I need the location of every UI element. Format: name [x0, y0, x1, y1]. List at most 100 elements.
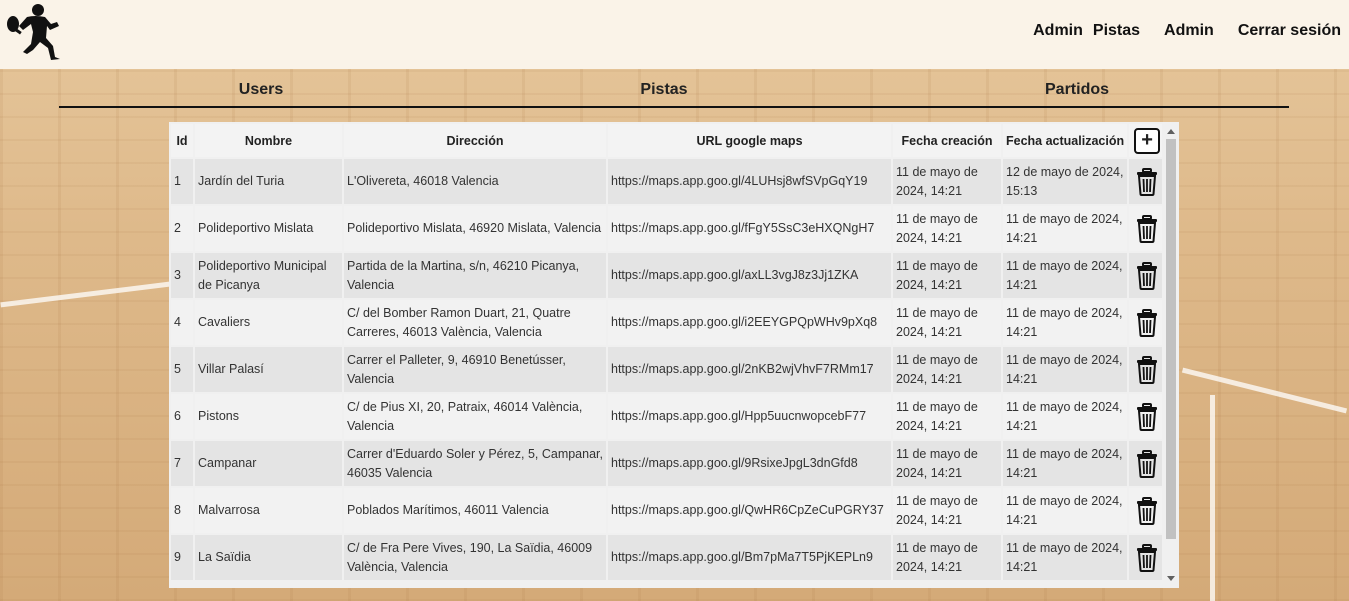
cell-direccion: Poblados Marítimos, 46011 Valencia	[344, 488, 606, 533]
tab-users[interactable]: Users	[239, 81, 283, 99]
cell-url: https://maps.app.goo.gl/axLL3vgJ8z3Jj1ZK…	[608, 253, 891, 298]
trash-icon[interactable]	[1136, 261, 1158, 290]
cell-fecha-actualizacion: 12 de mayo de 2024, 15:13	[1003, 159, 1128, 204]
cell-id: 3	[171, 253, 193, 298]
cell-direccion: C/ de Fra Pere Vives, 190, La Saïdia, 46…	[344, 535, 606, 580]
trash-icon[interactable]	[1136, 402, 1158, 431]
cell-fecha-actualizacion: 11 de mayo de 2024, 14:21	[1003, 535, 1128, 580]
padel-player-logo-icon[interactable]	[5, 2, 65, 62]
cell-nombre: Campanar	[195, 441, 342, 486]
trash-icon[interactable]	[1136, 214, 1158, 243]
delete-pista-button[interactable]	[1132, 308, 1162, 337]
cell-url: https://maps.app.goo.gl/i2EEYGPQpWHv9pXq…	[608, 300, 891, 345]
cell-id: 1	[171, 159, 193, 204]
cell-direccion: Partida de la Martina, s/n, 46210 Picany…	[344, 253, 606, 298]
cell-delete	[1129, 206, 1166, 251]
cell-id: 2	[171, 206, 193, 251]
header-direccion: Dirección	[344, 124, 606, 157]
header-fecha-actualizacion: Fecha actualización	[1003, 124, 1128, 157]
cell-fecha-creacion: 11 de mayo de 2024, 14:21	[893, 253, 1001, 298]
table-body: 1 Jardín del Turia L'Olivereta, 46018 Vale…	[171, 159, 1166, 580]
trash-icon[interactable]	[1136, 355, 1158, 384]
cell-fecha-actualizacion: 11 de mayo de 2024, 14:21	[1003, 206, 1128, 251]
cell-delete	[1129, 535, 1166, 580]
cell-fecha-actualizacion: 11 de mayo de 2024, 14:21	[1003, 300, 1128, 345]
table-row: 2 Polideportivo Mislata Polideportivo Misl…	[171, 206, 1166, 251]
delete-pista-button[interactable]	[1132, 402, 1162, 431]
trash-icon[interactable]	[1136, 496, 1158, 525]
cell-url: https://maps.app.goo.gl/9RsixeJpgL3dnGfd…	[608, 441, 891, 486]
scrollbar-thumb[interactable]	[1166, 139, 1176, 539]
delete-pista-button[interactable]	[1132, 496, 1162, 525]
cell-url: https://maps.app.goo.gl/2nKB2wjVhvF7RMm1…	[608, 347, 891, 392]
cell-fecha-creacion: 11 de mayo de 2024, 14:21	[893, 441, 1001, 486]
trash-icon[interactable]	[1136, 543, 1158, 572]
table-row: 8 Malvarrosa Poblados Marítimos, 46011 Val…	[171, 488, 1166, 533]
scroll-up-arrow-icon[interactable]	[1167, 129, 1175, 134]
court-line	[1210, 395, 1215, 601]
table-row: 1 Jardín del Turia L'Olivereta, 46018 Vale…	[171, 159, 1166, 204]
trash-icon[interactable]	[1136, 308, 1158, 337]
table-row: 3 Polideportivo Municipal de Picanya Parti…	[171, 253, 1166, 298]
trash-icon[interactable]	[1136, 167, 1158, 196]
cell-nombre: Cavaliers	[195, 300, 342, 345]
trash-icon[interactable]	[1136, 449, 1158, 478]
tab-partidos[interactable]: Partidos	[1045, 81, 1109, 99]
nav-pistas-link[interactable]: Pistas	[1093, 22, 1140, 40]
add-pista-button[interactable]: +	[1134, 127, 1161, 154]
cell-id: 6	[171, 394, 193, 439]
scroll-down-arrow-icon[interactable]	[1167, 576, 1175, 581]
cell-id: 7	[171, 441, 193, 486]
delete-pista-button[interactable]	[1132, 167, 1162, 196]
header-add: +	[1129, 124, 1166, 157]
cell-fecha-actualizacion: 11 de mayo de 2024, 14:21	[1003, 488, 1128, 533]
delete-pista-button[interactable]	[1132, 261, 1162, 290]
header-url: URL google maps	[608, 124, 891, 157]
delete-pista-button[interactable]	[1132, 355, 1162, 384]
cell-fecha-actualizacion: 11 de mayo de 2024, 14:21	[1003, 347, 1128, 392]
table-row: 5 Villar Palasí Carrer el Palleter, 9, 469…	[171, 347, 1166, 392]
delete-pista-button[interactable]	[1132, 214, 1162, 243]
court-line	[1181, 367, 1348, 414]
pistas-table: Id Nombre Dirección URL google maps Fech…	[169, 122, 1167, 582]
cell-url: https://maps.app.goo.gl/Hpp5uucnwopcebF7…	[608, 394, 891, 439]
cell-fecha-creacion: 11 de mayo de 2024, 14:21	[893, 394, 1001, 439]
cell-fecha-creacion: 11 de mayo de 2024, 14:21	[893, 535, 1001, 580]
delete-pista-button[interactable]	[1132, 543, 1162, 572]
cell-fecha-actualizacion: 11 de mayo de 2024, 14:21	[1003, 253, 1128, 298]
cell-id: 8	[171, 488, 193, 533]
court-line	[0, 281, 170, 308]
cell-url: https://maps.app.goo.gl/fFgY5SsC3eHXQNgH…	[608, 206, 891, 251]
cell-delete	[1129, 253, 1166, 298]
cell-delete	[1129, 441, 1166, 486]
cell-nombre: Pistons	[195, 394, 342, 439]
cell-nombre: Jardín del Turia	[195, 159, 342, 204]
cell-url: https://maps.app.goo.gl/4LUHsj8wfSVpGqY1…	[608, 159, 891, 204]
cell-delete	[1129, 159, 1166, 204]
cell-fecha-creacion: 11 de mayo de 2024, 14:21	[893, 206, 1001, 251]
cell-delete	[1129, 394, 1166, 439]
cell-direccion: C/ de Pius XI, 20, Patraix, 46014 Valènc…	[344, 394, 606, 439]
nav-admin-link[interactable]: Admin	[1033, 22, 1083, 40]
cell-fecha-creacion: 11 de mayo de 2024, 14:21	[893, 488, 1001, 533]
cell-id: 9	[171, 535, 193, 580]
table-header-row: Id Nombre Dirección URL google maps Fech…	[171, 124, 1166, 157]
nav-logout-link[interactable]: Cerrar sesión	[1238, 22, 1341, 40]
table-row: 6 Pistons C/ de Pius XI, 20, Patraix, 4601…	[171, 394, 1166, 439]
cell-delete	[1129, 347, 1166, 392]
delete-pista-button[interactable]	[1132, 449, 1162, 478]
cell-url: https://maps.app.goo.gl/QwHR6CpZeCuPGRY3…	[608, 488, 891, 533]
cell-fecha-creacion: 11 de mayo de 2024, 14:21	[893, 300, 1001, 345]
nav-admin-link-2[interactable]: Admin	[1164, 22, 1214, 40]
cell-nombre: La Saïdia	[195, 535, 342, 580]
cell-fecha-actualizacion: 11 de mayo de 2024, 14:21	[1003, 441, 1128, 486]
cell-id: 4	[171, 300, 193, 345]
tab-pistas[interactable]: Pistas	[640, 81, 687, 99]
cell-nombre: Polideportivo Municipal de Picanya	[195, 253, 342, 298]
cell-nombre: Polideportivo Mislata	[195, 206, 342, 251]
header-fecha-creacion: Fecha creación	[893, 124, 1001, 157]
table-row: 7 Campanar Carrer d'Eduardo Soler y Pérez,…	[171, 441, 1166, 486]
cell-direccion: Carrer el Palleter, 9, 46910 Benetússer,…	[344, 347, 606, 392]
cell-direccion: Polideportivo Mislata, 46920 Mislata, Va…	[344, 206, 606, 251]
vertical-scrollbar[interactable]	[1162, 122, 1179, 588]
